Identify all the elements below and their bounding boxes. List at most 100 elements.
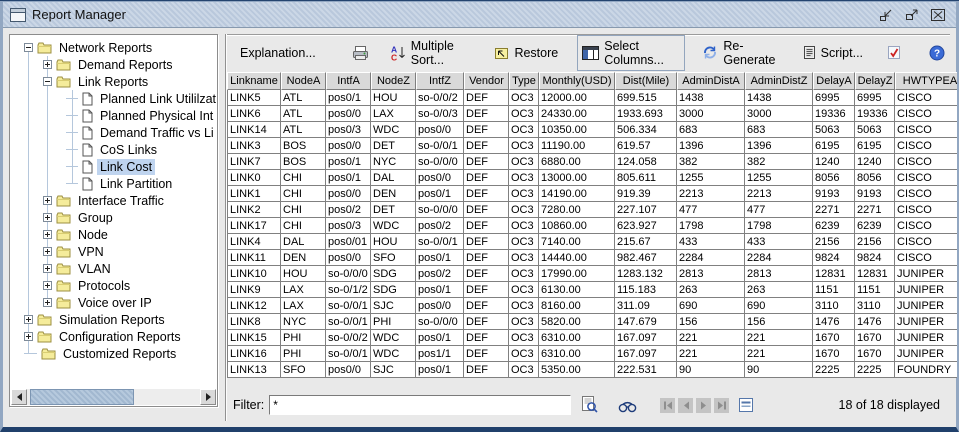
column-header-linkname[interactable]: Linkname [227,72,281,90]
validate-button[interactable] [882,41,906,64]
restore-button[interactable]: Restore [489,42,563,64]
column-header-nodea[interactable]: NodeA [281,72,326,90]
titlebar[interactable]: Report Manager [3,2,956,28]
scrollbar-track[interactable] [27,389,200,405]
table-row[interactable]: LINK5ATLpos0/1HOUso-0/0/2DEFOC312000.006… [227,90,957,106]
column-header-delayz[interactable]: DelayZ [855,72,895,90]
table-cell: CISCO [895,170,957,186]
column-header-intfz[interactable]: IntfZ [416,72,464,90]
table-row[interactable]: LINK8NYCso-0/0/1PHIso-0/0/0DEFOC35820.00… [227,314,957,330]
collapse-icon[interactable] [43,77,52,86]
table-row[interactable]: LINK2CHIpos0/2DETso-0/0/0DEFOC37280.0022… [227,202,957,218]
table-row[interactable]: LINK6ATLpos0/0LAXso-0/0/3DEFOC324330.001… [227,106,957,122]
minimize-button[interactable] [876,6,896,23]
expand-icon[interactable] [24,315,33,324]
column-header-monthly-usd-[interactable]: Monthly(USD) [539,72,615,90]
table-row[interactable]: LINK14ATLpos0/3WDCpos0/0DEFOC310350.0050… [227,122,957,138]
prev-page-button[interactable] [678,398,693,413]
select-columns-button[interactable]: Select Columns... [577,35,685,71]
search-button[interactable] [617,398,638,413]
tree-horizontal-scrollbar[interactable] [11,389,216,405]
tree-item-planned-physical-int[interactable]: Planned Physical Int [11,107,216,124]
expand-icon[interactable] [43,264,52,273]
tree-item-demand-reports[interactable]: Demand Reports [11,56,216,73]
tree-item-node[interactable]: Node [11,226,216,243]
table-row[interactable]: LINK1CHIpos0/0DENpos0/1DEFOC314190.00919… [227,186,957,202]
expand-icon[interactable] [43,196,52,205]
table-row[interactable]: LINK10HOUso-0/0/0SDGpos0/2DEFOC317990.00… [227,266,957,282]
page-list-button[interactable] [739,398,753,412]
table-cell: CHI [281,170,326,186]
explanation-button[interactable]: Explanation... [235,42,321,64]
table-cell: 17990.00 [539,266,615,282]
script-button[interactable]: Script... [798,41,868,64]
table-cell: pos0/0 [416,170,464,186]
tree-item-link-partition[interactable]: Link Partition [11,175,216,192]
table-row[interactable]: LINK17CHIpos0/3WDCpos0/2DEFOC310860.0062… [227,218,957,234]
tree-item-customized-reports[interactable]: Customized Reports [11,345,216,362]
regenerate-button[interactable]: Re-Generate [697,35,783,71]
multiple-sort-button[interactable]: AC Multiple Sort... [386,35,478,71]
table-row[interactable]: LINK15PHIso-0/0/2WDCpos0/1DEFOC36310.001… [227,330,957,346]
expand-icon[interactable] [24,332,33,341]
table-row[interactable]: LINK16PHIso-0/0/1WDCpos1/1DEFOC36310.001… [227,346,957,362]
expand-icon[interactable] [43,247,52,256]
tree-item-vpn[interactable]: VPN [11,243,216,260]
table-row[interactable]: LINK0CHIpos0/1DALpos0/0DEFOC313000.00805… [227,170,957,186]
expand-icon[interactable] [43,298,52,307]
tree-item-voice-over-ip[interactable]: Voice over IP [11,294,216,311]
table-row[interactable]: LINK4DALpos0/01HOUso-0/0/1DEFOC37140.002… [227,234,957,250]
column-header-nodez[interactable]: NodeZ [371,72,416,90]
column-header-dist-mile-[interactable]: Dist(Mile) [615,72,677,90]
expand-icon[interactable] [43,230,52,239]
table-cell: 1670 [813,346,855,362]
tree-item-label: Link Cost [97,159,155,175]
tree-item-interface-traffic[interactable]: Interface Traffic [11,192,216,209]
column-header-vendor[interactable]: Vendor [464,72,509,90]
column-header-type[interactable]: Type [509,72,539,90]
table-cell: so-0/0/0 [416,154,464,170]
filter-preview-button[interactable] [581,396,599,414]
tree-item-group[interactable]: Group [11,209,216,226]
tree-item-demand-traffic-vs-li[interactable]: Demand Traffic vs Li [11,124,216,141]
last-page-button[interactable] [714,398,729,413]
maximize-button[interactable] [902,6,922,23]
expand-icon[interactable] [43,60,52,69]
collapse-icon[interactable] [24,43,33,52]
tree-item-vlan[interactable]: VLAN [11,260,216,277]
tree-item-configuration-reports[interactable]: Configuration Reports [11,328,216,345]
close-button[interactable] [928,6,948,23]
expand-icon[interactable] [43,281,52,290]
next-page-button[interactable] [696,398,711,413]
expand-icon[interactable] [43,213,52,222]
scroll-right-button[interactable] [200,389,216,405]
tree-item-link-cost[interactable]: Link Cost [11,158,216,175]
scrollbar-thumb[interactable] [30,389,134,405]
column-header-admindista[interactable]: AdminDistA [677,72,745,90]
scroll-left-button[interactable] [11,389,27,405]
table-row[interactable]: LINK13SFOpos0/0SJCpos0/1DEFOC35350.00222… [227,362,957,378]
filter-input[interactable] [269,395,571,415]
tree-item-network-reports[interactable]: Network Reports [11,39,216,56]
table-row[interactable]: LINK11DENpos0/0SFOpos0/1DEFOC314440.0098… [227,250,957,266]
tree-item-simulation-reports[interactable]: Simulation Reports [11,311,216,328]
column-header-hwtypea[interactable]: HWTYPEA [895,72,957,90]
tree-item-protocols[interactable]: Protocols [11,277,216,294]
tree-item-link-reports[interactable]: Link Reports [11,73,216,90]
column-header-admindistz[interactable]: AdminDistZ [745,72,813,90]
table-row[interactable]: LINK3BOSpos0/0DETso-0/0/1DEFOC311190.006… [227,138,957,154]
first-page-button[interactable] [660,398,675,413]
help-button[interactable]: ? [924,41,950,65]
column-header-delaya[interactable]: DelayA [813,72,855,90]
table-row[interactable]: LINK12LAXso-0/0/1SJCpos0/0DEFOC38160.003… [227,298,957,314]
restore-icon [494,46,509,60]
column-header-intfa[interactable]: IntfA [326,72,371,90]
print-button[interactable] [347,41,374,65]
tree-item-planned-link-utililzati[interactable]: Planned Link Utililzati [11,90,216,107]
report-manager-window: Report Manager Network ReportsDemand Rep… [0,0,959,432]
tree-item-cos-links[interactable]: CoS Links [11,141,216,158]
table-row[interactable]: LINK7BOSpos0/1NYCso-0/0/0DEFOC36880.0012… [227,154,957,170]
table-cell: pos0/1 [326,170,371,186]
table-cell: JUNIPER [895,266,957,282]
table-row[interactable]: LINK9LAXso-0/1/2SDGpos0/1DEFOC36130.0011… [227,282,957,298]
